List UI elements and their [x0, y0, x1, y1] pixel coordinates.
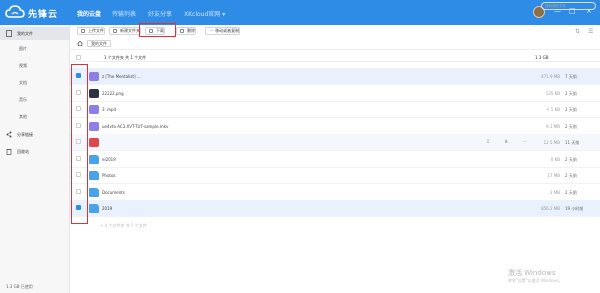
file-date: 2 天前 [565, 107, 577, 112]
total-size: 1.3 GB [535, 55, 549, 60]
file-name[interactable]: el2019 [102, 157, 116, 162]
file-date: 11 天前 [565, 140, 580, 145]
sidebar-item-other[interactable]: 其他 [19, 114, 27, 120]
trash-icon [6, 149, 12, 155]
top-bar: 先锋云 我的云盘 传输列表 好友分享 XKcloud官网 ▾ — □ × [0, 0, 600, 25]
file-date: 2 天前 [565, 90, 577, 96]
sidebar-item-recycle-bin[interactable]: 回收站 [0, 145, 70, 158]
download-highlight-box [139, 23, 176, 37]
sidebar: 我的文件 图片 视频 文档 音乐 其他 分享链接 回收站 [0, 25, 70, 293]
pdf-icon [89, 138, 99, 147]
file-name[interactable]: z [The Mentalist] ... [102, 74, 141, 79]
file-size: 471.9 MB [541, 74, 560, 79]
file-date: 19 小时前 [565, 206, 584, 211]
file-name[interactable]: 22222.png [102, 91, 124, 96]
file-date: 2 天前 [565, 189, 577, 195]
list-footer: + 4 个文件夹 共 5 个文件 [100, 223, 147, 228]
share-icon [6, 131, 12, 138]
table-row[interactable]: 12.5 MB 11 天前 ⇩ ⋔ ⋯ [70, 134, 600, 151]
file-size: 12.5 MB [543, 140, 560, 145]
video-icon [89, 105, 99, 114]
breadcrumb-my-files[interactable]: 我的文件 [87, 40, 111, 47]
table-row[interactable]: Photos 17 MB 2 天前 [70, 167, 600, 184]
table-row[interactable]: Documents 2 MB 2 天前 [70, 184, 600, 201]
search-input[interactable]: 搜索我的文件 [541, 2, 596, 10]
upload-icon [81, 29, 85, 33]
breadcrumb: 我的文件 [70, 38, 600, 50]
file-name[interactable]: ue4vto AC3.XVT-TUT-sample.mkv [102, 124, 168, 129]
table-row[interactable]: z [The Mentalist] ... 471.9 MB 7 天前 [70, 68, 600, 85]
table-row[interactable]: ue4vto AC3.XVT-TUT-sample.mkv 9.1 MB 2 天前 [70, 118, 600, 135]
download-icon[interactable]: ⇩ [486, 139, 490, 145]
sidebar-item-images[interactable]: 图片 [19, 46, 27, 52]
nav-transfer-list[interactable]: 传输列表 [112, 9, 136, 18]
video-icon [89, 72, 99, 81]
trash-icon [180, 29, 184, 33]
folder-icon [89, 204, 99, 213]
sidebar-item-label: 我的文件 [17, 31, 33, 36]
more-icon[interactable]: ⋯ [522, 139, 527, 145]
nav-my-cloud[interactable]: 我的云盘 [77, 9, 101, 18]
sidebar-item-label: 回收站 [17, 149, 29, 154]
folder-icon [89, 171, 99, 180]
upload-button[interactable]: 上传文件 [77, 27, 105, 35]
sidebar-item-label: 分享链接 [17, 132, 33, 137]
file-date: 2 天前 [565, 173, 577, 178]
activation-watermark-sub: 转到"设置"以激活 Windows。 [508, 278, 563, 283]
file-name[interactable]: Documents [102, 190, 125, 195]
folder-icon [89, 187, 99, 197]
file-name[interactable]: 2019 [102, 206, 112, 211]
file-size: 17 MB [547, 173, 560, 178]
nav-official-site[interactable]: XKcloud官网 ▾ [184, 9, 225, 18]
list-header: 1 个文件夹 共 1 个文件 1.3 GB [70, 52, 600, 62]
video-icon [89, 121, 99, 131]
move-copy-button[interactable]: ··· 移动或者复制 [205, 27, 241, 35]
sidebar-item-my-files[interactable]: 我的文件 [0, 27, 70, 40]
sidebar-item-music[interactable]: 音乐 [19, 97, 27, 103]
select-all-checkbox[interactable] [76, 55, 81, 60]
file-date: 7 天前 [565, 74, 577, 79]
file-date: 2 天前 [565, 156, 577, 162]
nav-friend-share[interactable]: 好友分享 [148, 9, 172, 18]
delete-button[interactable]: 删除 [176, 27, 196, 35]
file-date: 2 天前 [565, 123, 577, 129]
file-size: 0 KB [550, 156, 560, 162]
table-row[interactable]: 22222.png 135 KB 2 天前 [70, 85, 600, 102]
item-count: 1 个文件夹 共 1 个文件 [104, 55, 147, 60]
checkbox-highlight-box [71, 64, 88, 224]
sidebar-item-documents[interactable]: 文档 [19, 80, 27, 86]
image-file-icon [89, 88, 99, 98]
sidebar-item-videos[interactable]: 视频 [19, 63, 27, 69]
activation-watermark-title: 激活 Windows [508, 269, 556, 277]
sidebar-item-share-links[interactable]: 分享链接 [0, 128, 70, 141]
sort-icon[interactable]: ⇅ [575, 28, 580, 35]
file-name[interactable]: 3 .mp4 [102, 107, 116, 112]
app-brand: 先锋云 [28, 10, 59, 20]
file-size: 135 KB [545, 90, 560, 96]
file-size: 9.1 MB [546, 123, 560, 129]
folder-add-icon [113, 29, 117, 33]
share-icon[interactable]: ⋔ [504, 139, 508, 145]
file-size: < 1 KB [546, 107, 560, 112]
home-icon[interactable] [77, 41, 83, 46]
folder-icon [89, 154, 99, 164]
table-row[interactable]: el2019 0 KB 2 天前 [70, 151, 600, 168]
cloud-logo-icon [5, 5, 25, 18]
new-folder-button[interactable]: 新建文件夹 [109, 27, 141, 35]
file-icon [6, 30, 12, 37]
file-name[interactable]: Photos [102, 173, 116, 178]
list-view-icon[interactable]: ☰ [588, 28, 593, 35]
table-row[interactable]: 2019 856.2 MB 19 小时前 [70, 200, 600, 217]
table-row[interactable]: 3 .mp4 < 1 KB 2 天前 [70, 101, 600, 118]
file-size: 2 MB [549, 189, 560, 195]
file-size: 856.2 MB [541, 206, 560, 211]
storage-quota: 1.3 GB 已使用 [6, 284, 33, 289]
